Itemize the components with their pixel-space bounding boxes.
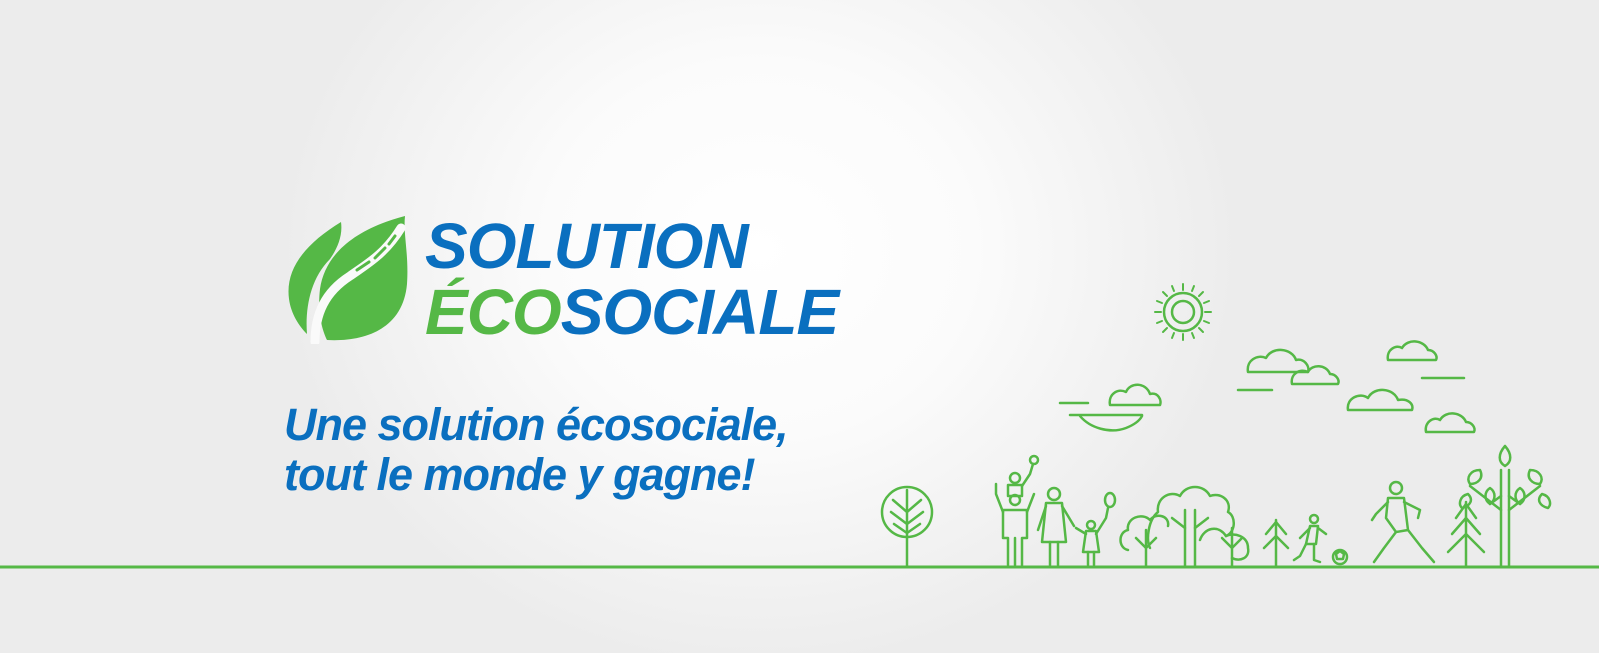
cloud-icon — [1236, 348, 1340, 392]
pine-tree-icon — [1446, 500, 1486, 569]
child-with-balloon-icon — [1103, 491, 1117, 509]
family-icon — [994, 454, 1110, 567]
tree-icon — [1119, 485, 1250, 569]
pine-tree-icon — [1262, 518, 1290, 569]
cloud-icon — [1424, 412, 1476, 434]
sun-icon — [1154, 283, 1212, 341]
cloud-icon — [1386, 340, 1466, 380]
illustration — [0, 283, 1599, 569]
cloud-icon — [1346, 388, 1414, 412]
running-man-icon — [1370, 480, 1436, 564]
soccer-player-icon — [1292, 513, 1328, 564]
soccer-ball-icon — [1331, 548, 1349, 566]
tree-icon — [880, 485, 934, 569]
cloud-icon — [1058, 383, 1162, 432]
tree-icon — [1458, 444, 1552, 569]
